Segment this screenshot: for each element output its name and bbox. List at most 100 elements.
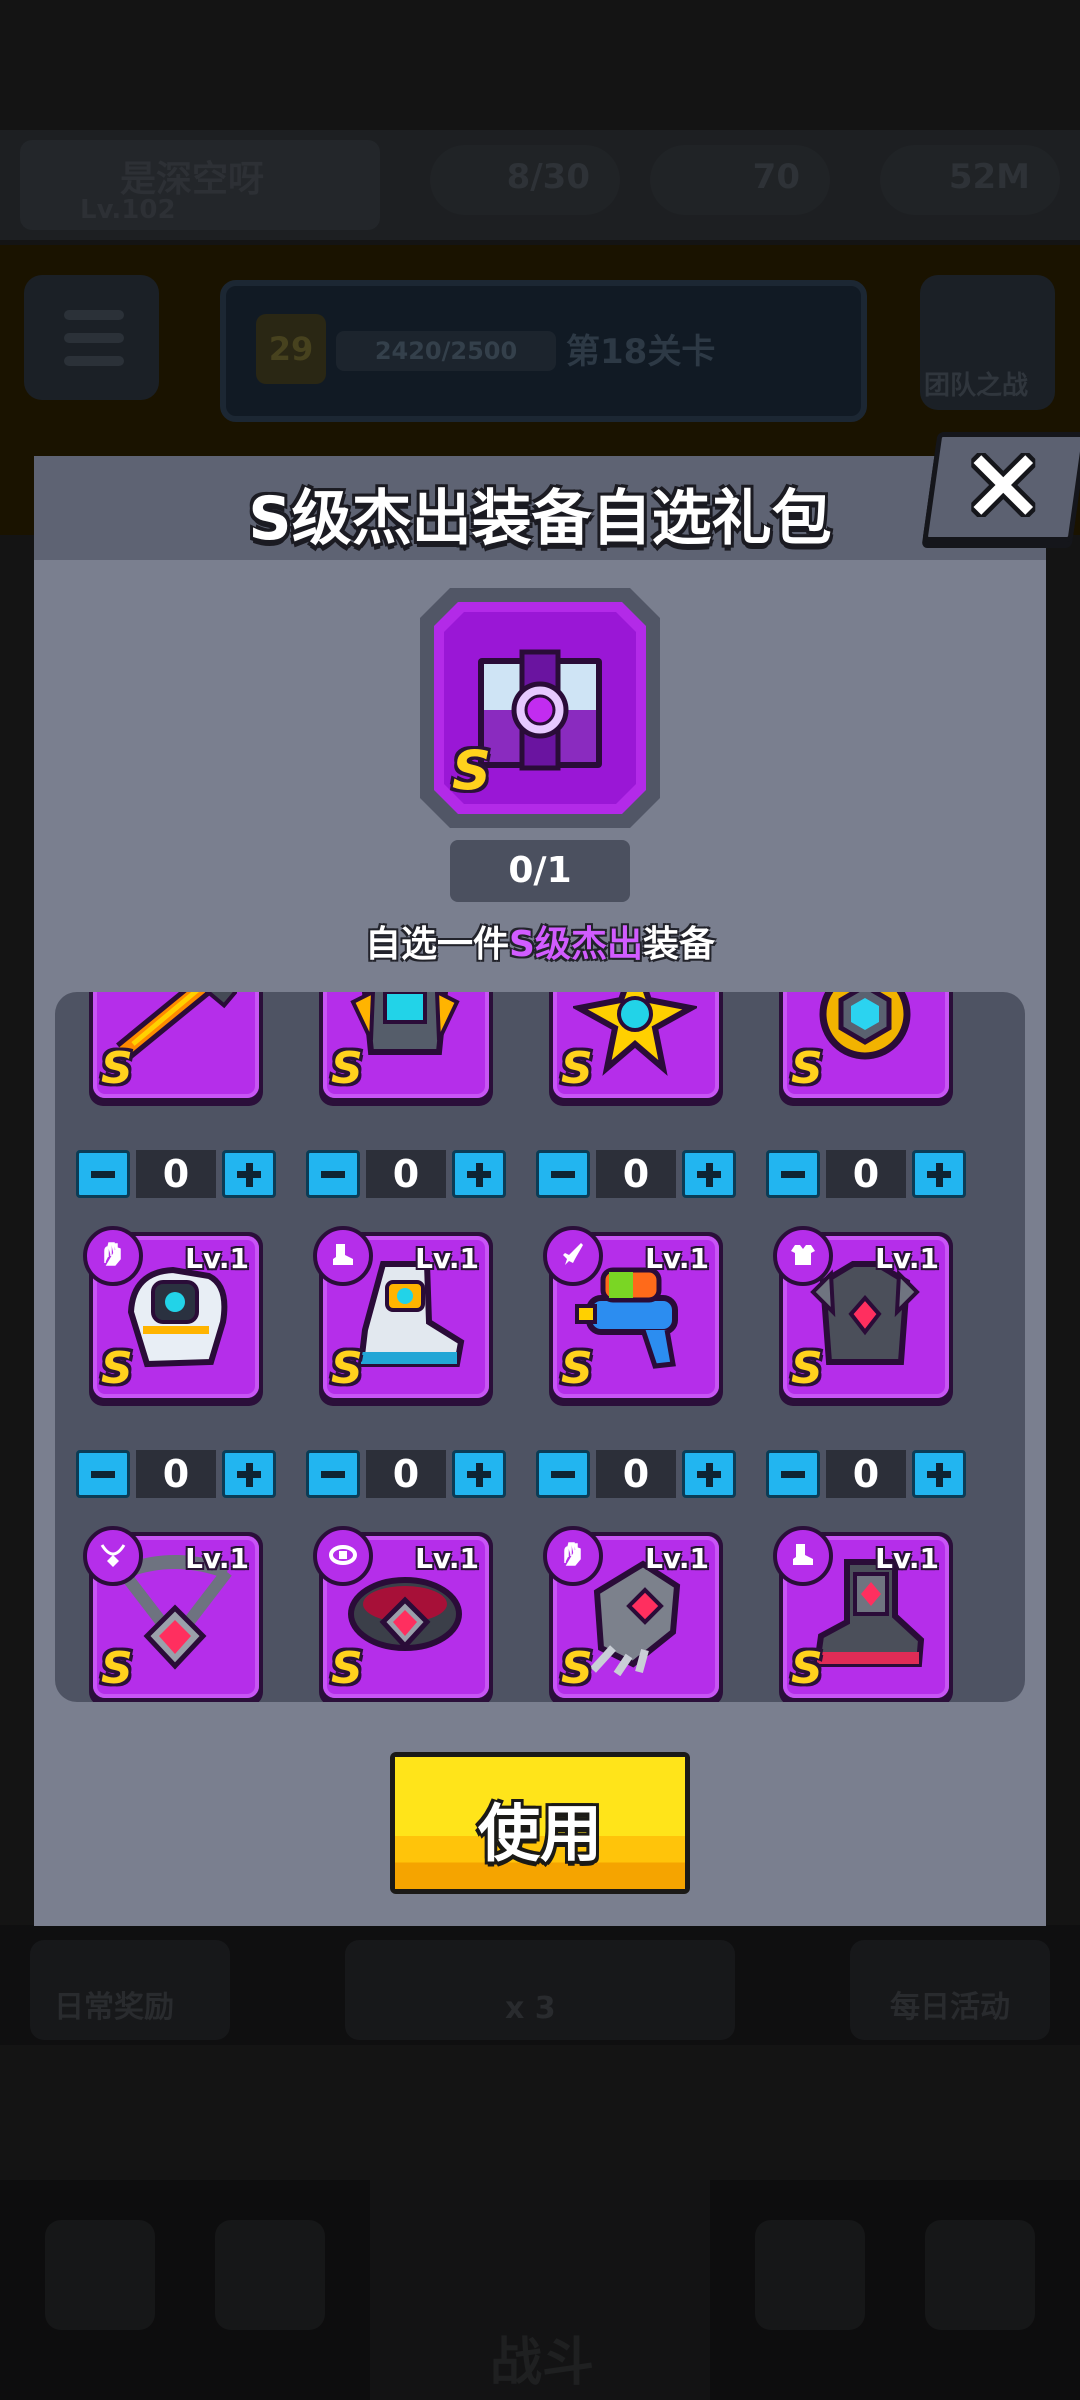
quantity-stepper[interactable]: 0 (536, 1450, 736, 1502)
item-rank: S (101, 1043, 133, 1094)
team-battle-button: 团队之战 (920, 275, 1055, 410)
slot-badge (83, 1526, 143, 1586)
item-rank: S (101, 1643, 133, 1694)
modal-title: S级杰出装备自选礼包 (248, 484, 832, 554)
quantity-stepper[interactable]: 0 (306, 1450, 506, 1502)
xp-bar: 2420/2500 (336, 331, 556, 371)
minus-button[interactable] (766, 1450, 820, 1498)
chest-rank-label: S (452, 739, 491, 802)
modal-header: S级杰出装备自选礼包 (34, 456, 1046, 560)
quantity-value: 0 (596, 1150, 676, 1198)
gold-counter: 52M (880, 145, 1060, 215)
equipment-grid[interactable]: S0S0S0S0Lv.1S0Lv.1S0Lv.1S0Lv.1S0Lv.1S0Lv… (55, 992, 1025, 1702)
equipment-card[interactable]: S (89, 992, 263, 1106)
quantity-stepper[interactable]: 0 (76, 1150, 276, 1202)
bottom-nav: 战斗 (0, 2180, 1080, 2400)
slot-badge (773, 1226, 833, 1286)
plus-button[interactable] (222, 1450, 276, 1498)
gem-counter: 70 (650, 145, 830, 215)
equipment-card[interactable]: S (549, 992, 723, 1106)
item-rank: S (331, 1343, 363, 1394)
belt-icon (329, 1545, 357, 1565)
plus-button[interactable] (682, 1150, 736, 1198)
plus-button[interactable] (222, 1150, 276, 1198)
equipment-card[interactable]: Lv.1 S (313, 1526, 493, 1702)
nav-battle: 战斗 (370, 2180, 710, 2400)
quantity-stepper[interactable]: 0 (76, 1450, 276, 1502)
quantity-stepper[interactable]: 0 (766, 1150, 966, 1202)
slot-badge (543, 1526, 603, 1586)
close-icon (971, 453, 1036, 517)
close-button[interactable] (922, 432, 1080, 542)
weapon-icon (563, 1243, 583, 1265)
minus-button[interactable] (306, 1450, 360, 1498)
item-rank: S (331, 1643, 363, 1694)
item-level: Lv.1 (185, 1542, 249, 1575)
minus-button[interactable] (536, 1150, 590, 1198)
equipment-card[interactable]: S (779, 992, 953, 1106)
quantity-value: 0 (826, 1150, 906, 1198)
equipment-card[interactable]: Lv.1 S (543, 1226, 723, 1406)
armor-icon (791, 1245, 815, 1265)
equipment-card[interactable]: Lv.1 S (83, 1526, 263, 1702)
minus-icon (551, 1471, 575, 1478)
equipment-card[interactable]: Lv.1 S (543, 1526, 723, 1702)
item-level: Lv.1 (185, 1242, 249, 1275)
plus-button[interactable] (452, 1150, 506, 1198)
equipment-card[interactable]: Lv.1 S (773, 1226, 953, 1406)
minus-button[interactable] (766, 1150, 820, 1198)
minus-button[interactable] (536, 1450, 590, 1498)
gift-chest: S (420, 588, 660, 828)
quantity-stepper[interactable]: 0 (766, 1450, 966, 1502)
glove-icon (104, 1242, 121, 1266)
energy-counter: 8/30 (430, 145, 620, 215)
quantity-stepper[interactable]: 0 (306, 1150, 506, 1202)
plus-button[interactable] (682, 1450, 736, 1498)
player-level: Lv.102 (80, 195, 176, 225)
minus-button[interactable] (306, 1150, 360, 1198)
minus-icon (321, 1171, 345, 1178)
item-level: Lv.1 (875, 1542, 939, 1575)
plus-button[interactable] (912, 1450, 966, 1498)
plus-button[interactable] (452, 1450, 506, 1498)
item-rank: S (561, 1643, 593, 1694)
item-level: Lv.1 (415, 1242, 479, 1275)
use-button[interactable]: 使用 (390, 1752, 690, 1894)
minus-icon (91, 1471, 115, 1478)
nav-evolve-icon (925, 2220, 1035, 2330)
quantity-value: 0 (136, 1450, 216, 1498)
equipment-card[interactable]: Lv.1 S (773, 1526, 953, 1702)
equipment-card[interactable]: S (319, 992, 493, 1106)
minus-button[interactable] (76, 1450, 130, 1498)
quantity-value: 0 (136, 1150, 216, 1198)
daily-activity-button: 每日活动 (850, 1940, 1050, 2040)
minus-icon (781, 1471, 805, 1478)
quantity-value: 0 (366, 1150, 446, 1198)
quantity-stepper[interactable]: 0 (536, 1150, 736, 1202)
item-rank: S (561, 1043, 593, 1094)
item-rank: S (791, 1043, 823, 1094)
equipment-card[interactable]: Lv.1 S (83, 1226, 263, 1406)
slot-badge (83, 1226, 143, 1286)
minus-icon (551, 1171, 575, 1178)
slot-badge (543, 1226, 603, 1286)
item-level: Lv.1 (415, 1542, 479, 1575)
use-button-label: 使用 (477, 1797, 602, 1870)
item-level: Lv.1 (645, 1242, 709, 1275)
item-rank: S (101, 1343, 133, 1394)
quantity-value: 0 (366, 1450, 446, 1498)
boost-panel: x 3 (345, 1940, 735, 2040)
necklace-icon (100, 1544, 126, 1567)
menu-button (24, 275, 159, 400)
equipment-card[interactable]: Lv.1 S (313, 1226, 493, 1406)
nav-shop-icon (45, 2220, 155, 2330)
chapter-label: 第18关卡 (566, 332, 716, 372)
boot-icon (333, 1244, 353, 1265)
minus-button[interactable] (76, 1150, 130, 1198)
glove-icon (564, 1542, 581, 1566)
item-rank: S (791, 1643, 823, 1694)
modal-subtitle: 自选一件S级杰出装备 (365, 924, 715, 965)
item-level: Lv.1 (645, 1542, 709, 1575)
item-rank: S (791, 1343, 823, 1394)
plus-button[interactable] (912, 1150, 966, 1198)
